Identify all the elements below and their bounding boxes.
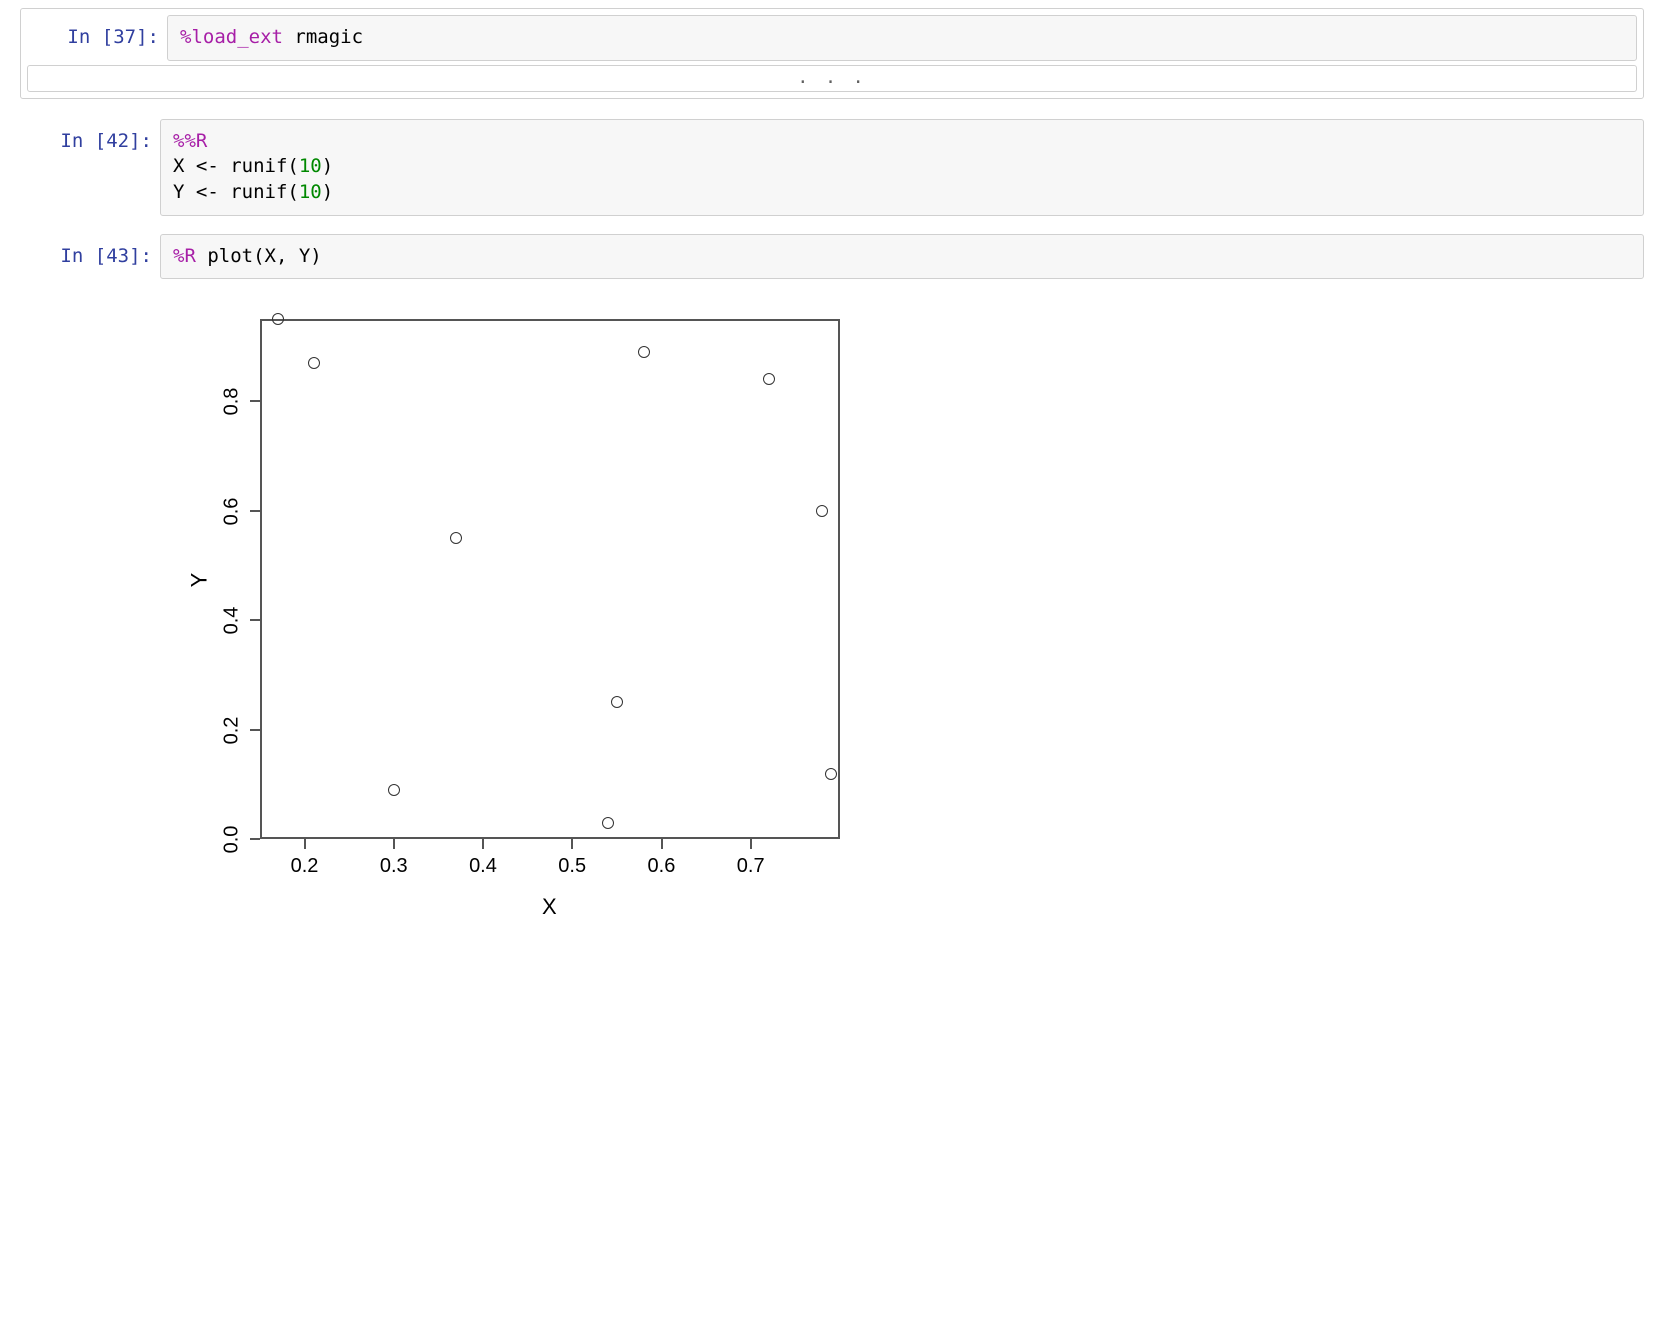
y-tick xyxy=(250,838,260,840)
scatter-plot: 0.2 0.3 0.4 0.5 0.6 0.7 0.0 0.2 0.4 0.6 0.8 X Y xyxy=(180,309,880,949)
code-cell-42: In [42]: %%R X <- runif(10) Y <- runif(1… xyxy=(20,119,1644,216)
code-input-43[interactable]: %R plot(X, Y) xyxy=(160,234,1644,280)
code-cell-43: In [43]: %R plot(X, Y) xyxy=(20,234,1644,280)
x-tick-label: 0.6 xyxy=(648,855,676,878)
y-tick xyxy=(250,619,260,621)
notebook: In [37]: %load_ext rmagic . . . In [42]:… xyxy=(0,8,1664,989)
data-point xyxy=(450,532,462,544)
x-tick xyxy=(482,839,484,849)
code-input-42[interactable]: %%R X <- runif(10) Y <- runif(10) xyxy=(160,119,1644,216)
x-axis-title: X xyxy=(542,894,557,920)
output-area: 0.2 0.3 0.4 0.5 0.6 0.7 0.0 0.2 0.4 0.6 0.8 X Y xyxy=(180,309,1664,949)
data-point xyxy=(638,346,650,358)
data-point xyxy=(611,696,623,708)
x-tick xyxy=(661,839,663,849)
y-tick xyxy=(250,729,260,731)
code-cell-37: In [37]: %load_ext rmagic xyxy=(27,15,1637,61)
data-point xyxy=(825,768,837,780)
x-tick xyxy=(571,839,573,849)
input-prompt-42: In [42]: xyxy=(20,119,160,154)
input-prompt-37: In [37]: xyxy=(27,15,167,50)
data-point xyxy=(763,373,775,385)
x-tick-label: 0.7 xyxy=(737,855,765,878)
code-input-37[interactable]: %load_ext rmagic xyxy=(167,15,1637,61)
data-point xyxy=(816,505,828,517)
data-point xyxy=(388,784,400,796)
x-tick xyxy=(393,839,395,849)
prompt-label: In xyxy=(67,26,90,48)
y-tick-label: 0.2 xyxy=(220,716,243,744)
x-tick-label: 0.3 xyxy=(380,855,408,878)
y-tick-label: 0.8 xyxy=(220,388,243,416)
data-point xyxy=(272,313,284,325)
y-tick xyxy=(250,400,260,402)
x-tick-label: 0.5 xyxy=(558,855,586,878)
input-prompt-43: In [43]: xyxy=(20,234,160,269)
y-tick-label: 0.6 xyxy=(220,497,243,525)
data-point xyxy=(602,817,614,829)
y-tick-label: 0.0 xyxy=(220,826,243,854)
prompt-label: In xyxy=(60,245,83,267)
data-point xyxy=(308,357,320,369)
x-tick-label: 0.4 xyxy=(469,855,497,878)
collapsed-output-toggle[interactable]: . . . xyxy=(27,65,1637,92)
y-tick xyxy=(250,510,260,512)
prompt-label: In xyxy=(60,130,83,152)
x-tick xyxy=(304,839,306,849)
x-tick xyxy=(750,839,752,849)
x-tick-label: 0.2 xyxy=(291,855,319,878)
cell-37-wrapper: In [37]: %load_ext rmagic . . . xyxy=(20,8,1644,99)
plot-frame xyxy=(260,319,840,839)
y-tick-label: 0.4 xyxy=(220,607,243,635)
y-axis-title: Y xyxy=(186,573,212,588)
